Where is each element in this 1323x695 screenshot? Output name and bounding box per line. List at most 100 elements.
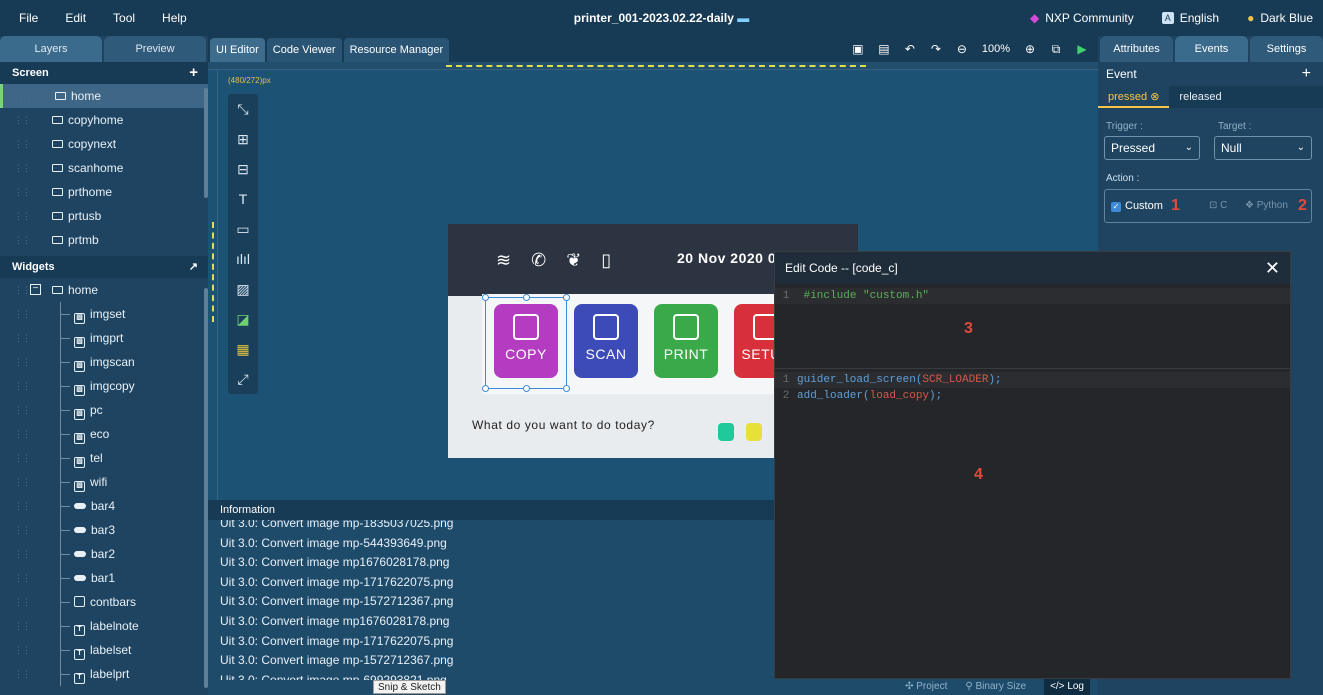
widget-item-imgset[interactable]: ⋮⋮ ▧ imgset: [0, 302, 208, 326]
drag-handle-icon[interactable]: ⋮⋮: [14, 614, 31, 638]
menu-help[interactable]: Help: [162, 11, 187, 25]
zoom-out-icon[interactable]: ⊖: [956, 43, 968, 55]
resize-handle[interactable]: [482, 294, 489, 301]
widget-item-pc[interactable]: ⋮⋮ ▧ pc: [0, 398, 208, 422]
pc-icon[interactable]: ▯: [601, 250, 611, 271]
widget-item-contbars[interactable]: ⋮⋮ contbars: [0, 590, 208, 614]
theme-selector[interactable]: ● Dark Blue: [1247, 11, 1313, 25]
compress-icon[interactable]: ⤡: [228, 94, 258, 124]
resize-handle[interactable]: [563, 294, 570, 301]
widget-basic-icon[interactable]: ⊞: [228, 124, 258, 154]
run-icon[interactable]: ▶: [1076, 43, 1088, 55]
leaf-icon[interactable]: ❦: [566, 250, 581, 271]
nxp-community-link[interactable]: ◆ NXP Community: [1030, 11, 1134, 25]
screen-item-prtusb[interactable]: ⋮⋮ prtusb: [0, 204, 208, 228]
screen-item-prthome[interactable]: ⋮⋮ prthome: [0, 180, 208, 204]
widget-item-imgscan[interactable]: ⋮⋮ ▧ imgscan: [0, 350, 208, 374]
wifi-icon[interactable]: ≋: [496, 250, 511, 271]
widget-animation-icon[interactable]: ◪: [228, 304, 258, 334]
widget-advanced-icon[interactable]: ⊟: [228, 154, 258, 184]
event-tab-released[interactable]: released: [1169, 86, 1231, 108]
screen-item-copynext[interactable]: ⋮⋮ copynext: [0, 132, 208, 156]
widget-chart-icon[interactable]: ılıl: [228, 244, 258, 274]
widget-item-labelset[interactable]: ⋮⋮ Tlabelset: [0, 638, 208, 662]
screen-item-prtmb[interactable]: ⋮⋮ prtmb: [0, 228, 208, 252]
tab-code-viewer[interactable]: Code Viewer: [266, 38, 342, 62]
tab-ui-editor[interactable]: UI Editor: [210, 38, 265, 62]
bring-front-icon[interactable]: ▣: [852, 43, 864, 55]
widget-item-imgprt[interactable]: ⋮⋮ ▧ imgprt: [0, 326, 208, 350]
top-code-editor[interactable]: 1 #include "custom.h": [775, 288, 1290, 304]
tab-events[interactable]: Events: [1175, 36, 1248, 62]
undo-icon[interactable]: ↶: [904, 43, 916, 55]
widget-item-wifi[interactable]: ⋮⋮ ▧ wifi: [0, 470, 208, 494]
collapse-icon[interactable]: −: [30, 284, 41, 295]
c-option[interactable]: ⊡ C: [1209, 200, 1227, 211]
drag-handle-icon[interactable]: ⋮⋮: [14, 180, 31, 204]
drag-handle-icon[interactable]: ⋮⋮: [14, 446, 31, 470]
drag-handle-icon[interactable]: ⋮⋮: [14, 542, 31, 566]
menu-edit[interactable]: Edit: [65, 11, 86, 25]
tab-resource-manager[interactable]: Resource Manager: [343, 38, 450, 62]
widget-item-eco[interactable]: ⋮⋮ ▧ eco: [0, 422, 208, 446]
widget-root[interactable]: ⋮⋮ − home: [0, 278, 208, 302]
language-selector[interactable]: A English: [1161, 11, 1219, 25]
screen-item-scanhome[interactable]: ⋮⋮ scanhome: [0, 156, 208, 180]
generate-code-icon[interactable]: ⧉: [1050, 43, 1062, 55]
widget-label-icon[interactable]: T: [228, 184, 258, 214]
drag-handle-icon[interactable]: ⋮⋮: [14, 470, 31, 494]
selection-box[interactable]: [482, 294, 570, 392]
drag-handle-icon[interactable]: ⋮⋮: [14, 518, 31, 542]
drag-handle-icon[interactable]: ⋮⋮: [14, 566, 31, 590]
widget-item-labelprt[interactable]: ⋮⋮ Tlabelprt: [0, 662, 208, 686]
drag-handle-icon[interactable]: ⋮⋮: [14, 204, 31, 228]
phone-icon[interactable]: ✆: [531, 250, 546, 271]
drag-handle-icon[interactable]: ⋮⋮: [17, 84, 34, 108]
tab-attributes[interactable]: Attributes: [1100, 36, 1173, 62]
bottom-code-editor[interactable]: 1 guider_load_screen(SCR_LOADER); 2 add_lo…: [775, 372, 1290, 404]
drag-handle-icon[interactable]: ⋮⋮: [14, 108, 31, 132]
expand-icon[interactable]: ⤢: [228, 364, 258, 394]
printer-button-print[interactable]: PRINT: [654, 304, 718, 378]
widget-item-tel[interactable]: ⋮⋮ ▧ tel: [0, 446, 208, 470]
drag-handle-icon[interactable]: ⋮⋮: [14, 494, 31, 518]
drag-handle-icon[interactable]: ⋮⋮: [14, 278, 31, 302]
resize-handle[interactable]: [523, 385, 530, 392]
target-select[interactable]: Null ⌄: [1214, 136, 1312, 160]
redo-icon[interactable]: ↷: [930, 43, 942, 55]
drag-handle-icon[interactable]: ⋮⋮: [14, 350, 31, 374]
printer-button-scan[interactable]: SCAN: [574, 304, 638, 378]
drag-handle-icon[interactable]: ⋮⋮: [14, 662, 31, 686]
custom-checkbox[interactable]: ✓ Custom: [1111, 200, 1163, 212]
event-tab-pressed[interactable]: pressed ⊗: [1098, 86, 1170, 108]
screen-item-home[interactable]: ⋮⋮ home: [0, 84, 208, 108]
widget-button-icon[interactable]: ▭: [228, 214, 258, 244]
send-back-icon[interactable]: ▤: [878, 43, 890, 55]
tab-project[interactable]: ✣ Project: [905, 678, 947, 695]
widget-item-bar1[interactable]: ⋮⋮ bar1: [0, 566, 208, 590]
widget-image-icon[interactable]: ▨: [228, 274, 258, 304]
python-option[interactable]: ❖ Python: [1245, 200, 1288, 211]
drag-handle-icon[interactable]: ⋮⋮: [14, 228, 31, 252]
close-icon[interactable]: ✕: [1265, 252, 1280, 284]
zoom-in-icon[interactable]: ⊕: [1024, 43, 1036, 55]
menu-tool[interactable]: Tool: [113, 11, 135, 25]
drag-handle-icon[interactable]: ⋮⋮: [14, 132, 31, 156]
tab-binary-size[interactable]: ⚲ Binary Size: [965, 678, 1026, 695]
drag-handle-icon[interactable]: ⋮⋮: [14, 374, 31, 398]
drag-handle-icon[interactable]: ⋮⋮: [14, 326, 31, 350]
resize-handle[interactable]: [563, 385, 570, 392]
drag-handle-icon[interactable]: ⋮⋮: [14, 590, 31, 614]
add-screen-icon[interactable]: +: [189, 62, 198, 84]
widget-item-bar3[interactable]: ⋮⋮ bar3: [0, 518, 208, 542]
widget-item-bar2[interactable]: ⋮⋮ bar2: [0, 542, 208, 566]
screen-item-copyhome[interactable]: ⋮⋮ copyhome: [0, 108, 208, 132]
drag-handle-icon[interactable]: ⋮⋮: [14, 638, 31, 662]
tab-layers[interactable]: Layers: [0, 36, 102, 62]
drag-handle-icon[interactable]: ⋮⋮: [14, 422, 31, 446]
tab-preview[interactable]: Preview: [104, 36, 206, 62]
resize-handle[interactable]: [482, 385, 489, 392]
drag-handle-icon[interactable]: ⋮⋮: [14, 398, 31, 422]
widget-item-labelnote[interactable]: ⋮⋮ Tlabelnote: [0, 614, 208, 638]
remove-event-icon[interactable]: ⊗: [1150, 91, 1159, 103]
